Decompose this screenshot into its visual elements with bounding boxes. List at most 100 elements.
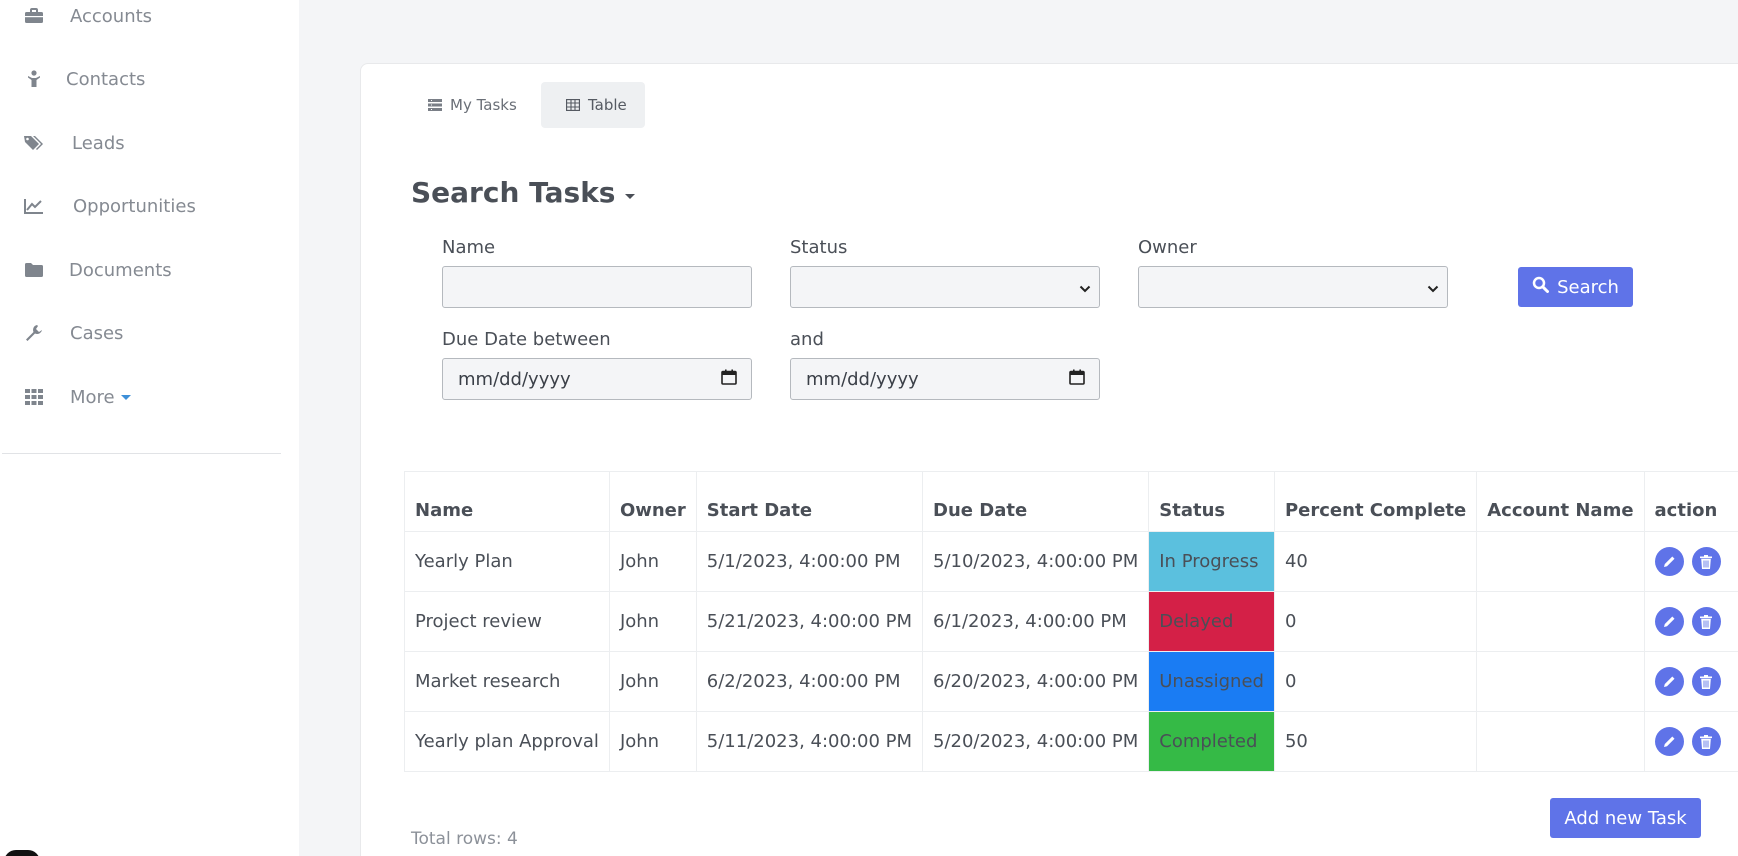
column-header-action: action [1643,471,1738,532]
tab-table[interactable]: Table [541,82,645,128]
cell-start-date: 5/11/2023, 4:00:00 PM [695,711,924,772]
status-badge: Completed [1148,711,1275,772]
tab-my-tasks[interactable]: My Tasks [428,82,540,128]
sidebar: Accounts Contacts Leads Opportunities Do… [0,0,299,856]
cell-action [1643,711,1738,772]
sidebar-item-accounts[interactable]: Accounts [0,0,280,36]
status-badge: In Progress [1148,531,1275,592]
chevron-down-icon [1079,278,1091,297]
cell-owner: John [608,591,697,652]
edit-button[interactable] [1654,667,1684,696]
cell-percent-complete: 0 [1273,591,1478,652]
cell-percent-complete: 0 [1273,651,1478,712]
column-header-status[interactable]: Status [1148,471,1275,532]
table-row: Yearly plan Approval John 5/11/2023, 4:0… [404,711,1738,772]
column-header-account-name[interactable]: Account Name [1476,471,1645,532]
tags-icon [24,133,44,153]
and-label: and [790,329,824,350]
sidebar-item-label: Opportunities [73,195,196,217]
caret-down-icon [625,194,636,199]
cell-name: Yearly plan Approval [404,711,610,772]
cell-due-date: 6/20/2023, 4:00:00 PM [922,651,1150,712]
calendar-icon[interactable] [721,369,737,390]
pencil-icon [1663,616,1675,627]
sidebar-item-label: Cases [70,322,124,344]
pencil-icon [1663,736,1675,747]
cell-action [1643,531,1738,592]
date-placeholder: mm/dd/yyyy [806,368,919,390]
list-icon [428,99,442,111]
pencil-icon [1663,556,1675,567]
tab-label: My Tasks [450,96,517,114]
folder-icon [24,260,44,280]
cell-due-date: 5/20/2023, 4:00:00 PM [922,711,1150,772]
due-date-to-input[interactable]: mm/dd/yyyy [790,358,1100,400]
page-title: Search Tasks [411,176,616,209]
table-row: Yearly Plan John 5/1/2023, 4:00:00 PM 5/… [404,531,1738,592]
column-header-name[interactable]: Name [404,471,610,532]
cell-account-name [1476,591,1645,652]
search-tasks-toggle[interactable]: Search Tasks [411,176,636,209]
sidebar-item-label: Accounts [70,5,153,27]
cell-due-date: 5/10/2023, 4:00:00 PM [922,531,1150,592]
chevron-down-icon [1427,278,1439,297]
scroll-handle[interactable] [4,850,40,856]
trash-icon [1700,554,1713,569]
delete-button[interactable] [1691,667,1721,696]
sidebar-item-label: Documents [69,259,172,281]
sidebar-item-label: Leads [72,132,125,154]
cell-account-name [1476,531,1645,592]
cell-name: Project review [404,591,610,652]
calendar-icon[interactable] [1069,369,1085,390]
sidebar-item-documents[interactable]: Documents [0,250,280,290]
cell-account-name [1476,711,1645,772]
cell-percent-complete: 50 [1273,711,1478,772]
cell-name: Market research [404,651,610,712]
status-select[interactable] [790,266,1100,308]
column-header-start-date[interactable]: Start Date [695,471,924,532]
cell-owner: John [608,531,697,592]
due-date-from-input[interactable]: mm/dd/yyyy [442,358,752,400]
sidebar-item-leads[interactable]: Leads [0,123,280,163]
delete-button[interactable] [1691,727,1721,756]
sidebar-item-more[interactable]: More [0,377,280,417]
cell-due-date: 6/1/2023, 4:00:00 PM [922,591,1150,652]
edit-button[interactable] [1654,547,1684,576]
line-chart-icon [24,196,44,216]
sidebar-item-opportunities[interactable]: Opportunities [0,186,280,226]
column-header-due-date[interactable]: Due Date [922,471,1150,532]
column-header-owner[interactable]: Owner [608,471,697,532]
column-header-percent-complete[interactable]: Percent Complete [1273,471,1478,532]
table-header-row: Name Owner Start Date Due Date Status Pe… [404,471,1738,532]
trash-icon [1700,734,1713,749]
search-icon [1532,276,1550,298]
cell-action [1643,591,1738,652]
caret-down-icon [120,395,131,400]
cell-account-name [1476,651,1645,712]
search-button-label: Search [1557,276,1619,298]
add-new-task-button[interactable]: Add new Task [1550,798,1701,838]
name-input[interactable] [442,266,752,308]
edit-button[interactable] [1654,727,1684,756]
status-badge: Unassigned [1148,651,1275,712]
cell-start-date: 5/21/2023, 4:00:00 PM [695,591,924,652]
delete-button[interactable] [1691,547,1721,576]
status-badge: Delayed [1148,591,1275,652]
sidebar-item-label: Contacts [66,68,146,90]
search-button[interactable]: Search [1518,267,1633,307]
edit-button[interactable] [1654,607,1684,636]
sidebar-item-contacts[interactable]: Contacts [0,59,280,99]
trash-icon [1700,674,1713,689]
cell-action [1643,651,1738,712]
delete-button[interactable] [1691,607,1721,636]
cell-start-date: 6/2/2023, 4:00:00 PM [695,651,924,712]
table-row: Project review John 5/21/2023, 4:00:00 P… [404,591,1738,652]
briefcase-icon [24,6,44,26]
tab-label: Table [588,96,627,114]
table-icon [566,99,580,111]
sidebar-item-cases[interactable]: Cases [0,313,280,353]
due-date-label: Due Date between [442,329,611,350]
date-placeholder: mm/dd/yyyy [458,368,571,390]
owner-select[interactable] [1138,266,1448,308]
cell-owner: John [608,711,697,772]
